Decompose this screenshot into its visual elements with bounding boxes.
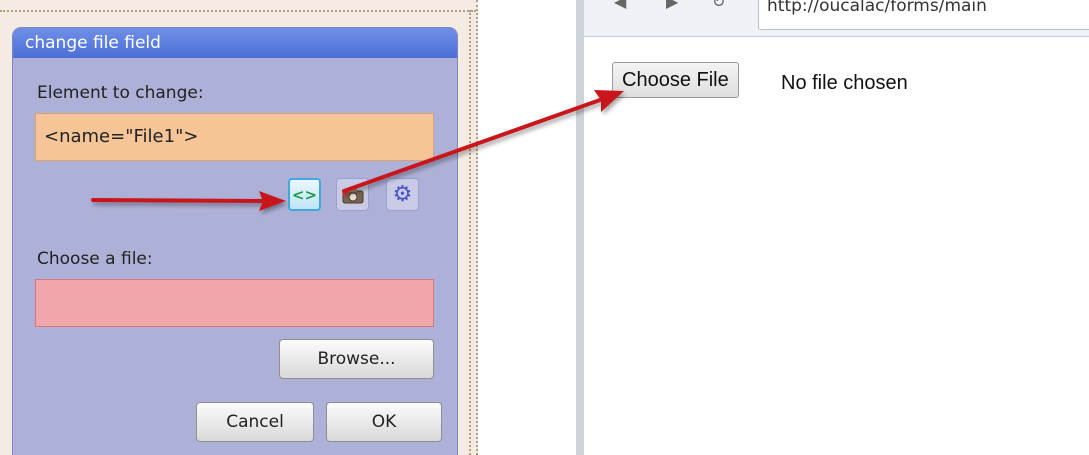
gear-glyph: ⚙ bbox=[392, 182, 413, 207]
choose-file-label: Choose a file: bbox=[37, 249, 153, 269]
camera-glyph bbox=[342, 187, 363, 203]
reload-icon[interactable]: ↻ bbox=[712, 0, 725, 11]
change-file-field-dialog: change file field Element to change: <na… bbox=[12, 27, 458, 455]
camera-icon[interactable] bbox=[336, 178, 369, 211]
code-brackets-icon[interactable]: <> bbox=[288, 178, 321, 211]
element-to-change-label: Element to change: bbox=[37, 83, 204, 103]
browser-window: ◀ ▶ ↻ http://oucalac/forms/main Choose F… bbox=[576, 0, 1089, 455]
browse-button[interactable]: Browse... bbox=[279, 339, 434, 379]
gear-icon[interactable]: ⚙ bbox=[386, 178, 419, 211]
back-icon[interactable]: ◀ bbox=[614, 0, 626, 11]
ok-button[interactable]: OK bbox=[326, 402, 442, 442]
cancel-button[interactable]: Cancel bbox=[196, 402, 314, 442]
dialog-title: change file field bbox=[13, 28, 457, 58]
no-file-chosen-text: No file chosen bbox=[781, 72, 908, 94]
forward-icon[interactable]: ▶ bbox=[666, 0, 678, 11]
choose-file-button[interactable]: Choose File bbox=[612, 62, 739, 98]
element-to-change-field[interactable]: <name="File1"> bbox=[35, 113, 434, 161]
browser-toolbar: ◀ ▶ ↻ http://oucalac/forms/main bbox=[584, 0, 1089, 37]
code-glyph: <> bbox=[291, 185, 318, 204]
choose-file-field[interactable] bbox=[35, 279, 434, 327]
url-bar[interactable]: http://oucalac/forms/main bbox=[758, 0, 1089, 30]
